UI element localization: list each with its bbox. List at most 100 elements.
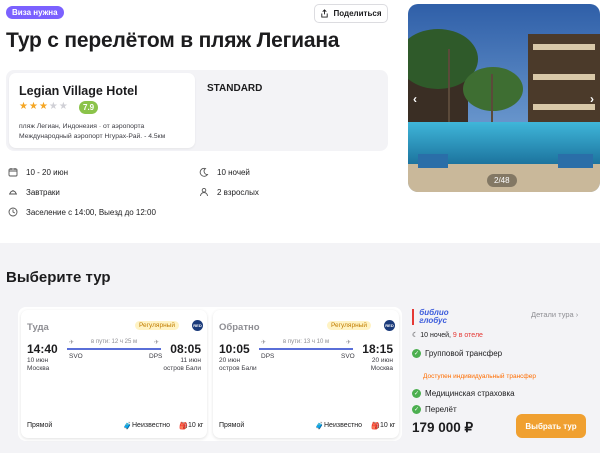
hotel-summary: Legian Village Hotel ★ ★ ★ ★ ★ 7.9 пляж … — [6, 70, 388, 151]
calendar-icon — [8, 168, 18, 177]
flight-type: Прямой — [27, 422, 53, 429]
hand-luggage-icon: 🎒 — [179, 423, 188, 430]
hotel-photo — [408, 4, 600, 192]
share-icon — [321, 9, 329, 18]
hand-luggage-info: 10 кг — [380, 422, 396, 429]
chevron-right-icon: › — [575, 310, 579, 319]
departure-time: 10:05 — [219, 342, 250, 356]
rating-badge: 7.9 — [79, 101, 99, 114]
regular-badge: Регулярный — [135, 321, 179, 330]
hotel-location-line: пляж Легиан, Индонезия · от аэропорта — [19, 123, 145, 130]
airline-logo: RED — [192, 320, 203, 331]
landing-icon: ✈ — [154, 340, 160, 346]
arrival-time: 08:05 — [170, 342, 201, 356]
hotel-airport-line: Международный аэропорт Нгурах-Рай. - 4.5… — [19, 133, 166, 140]
departure-time: 14:40 — [27, 342, 58, 356]
gallery-prev-button[interactable]: ‹ — [413, 92, 417, 106]
check-icon: ✓ — [412, 389, 421, 398]
share-button[interactable]: Поделиться — [314, 4, 388, 23]
outbound-label: Туда — [27, 322, 49, 333]
included-flight: ✓ Перелёт — [412, 405, 457, 414]
meals-text: Завтраки — [26, 187, 60, 197]
arrival-code: SVO — [341, 353, 355, 360]
route-line — [67, 348, 161, 350]
info-meals: Завтраки — [8, 187, 60, 197]
arrival-code: DPS — [149, 353, 163, 360]
baggage-icon: 🧳 — [123, 423, 132, 430]
hotel-name[interactable]: Legian Village Hotel — [19, 84, 138, 98]
transfer-label: Групповой трансфер — [425, 349, 503, 358]
departure-date: 10 июн — [27, 357, 49, 364]
regular-badge: Регулярный — [327, 321, 371, 330]
hand-luggage-info: 10 кг — [188, 422, 204, 429]
departure-code: SVO — [69, 353, 83, 360]
landing-icon: ✈ — [346, 340, 352, 346]
outbound-flight[interactable]: Туда Регулярный RED 14:40 10 июн Москва … — [21, 310, 207, 438]
flight-duration: в пути: 13 ч 10 м — [283, 339, 330, 345]
room-type: STANDARD — [207, 83, 263, 94]
arrival-city: Москва — [370, 365, 393, 372]
select-tour-button[interactable]: Выбрать тур — [516, 414, 586, 438]
tour-price: 179 000 ₽ — [412, 420, 474, 435]
arrival-date: 20 июн — [371, 357, 393, 364]
star-icon: ★ — [48, 101, 58, 112]
gallery-next-button[interactable]: › — [590, 92, 594, 106]
tour-details-link[interactable]: Детали тура › — [531, 310, 578, 319]
gallery-counter: 2/48 — [487, 174, 517, 187]
insurance-label: Медицинская страховка — [425, 389, 515, 398]
share-label: Поделиться — [333, 9, 382, 18]
info-dates: 10 - 20 июн — [8, 167, 68, 177]
baggage-info: Неизвестно — [324, 422, 363, 429]
clock-icon — [8, 207, 18, 217]
return-flight[interactable]: Обратно Регулярный RED 10:05 20 июн остр… — [213, 310, 399, 438]
hotel-location: пляж Легиан, Индонезия · от аэропорта Ме… — [19, 122, 165, 142]
operator-name-line2: глобус — [419, 316, 447, 325]
star-icon: ★ — [19, 101, 28, 112]
checkin-text: Заселение с 14:00, Выезд до 12:00 — [26, 207, 156, 217]
tour-offer: библио глобус Детали тура › ☾ 10 ночей, … — [405, 307, 590, 441]
tours-section: Выберите тур Туда Регулярный RED 14:40 1… — [0, 243, 600, 453]
hotel-gallery[interactable]: ‹ › 2/48 — [408, 4, 600, 192]
visa-badge: Виза нужна — [6, 6, 64, 19]
person-icon — [200, 187, 208, 197]
included-insurance: ✓ Медицинская страховка — [412, 389, 515, 398]
airline-logo: RED — [384, 320, 395, 331]
takeoff-icon: ✈ — [69, 340, 75, 346]
meal-icon — [9, 190, 17, 195]
return-label: Обратно — [219, 322, 260, 333]
flight-label: Перелёт — [425, 405, 457, 414]
flight-duration: в пути: 12 ч 25 м — [91, 339, 138, 345]
hotel-stars: ★ ★ ★ ★ ★ — [19, 101, 68, 113]
departure-city: остров Бали — [219, 365, 257, 372]
nights-text: 10 ночей — [217, 167, 250, 177]
section-title: Выберите тур — [6, 269, 111, 286]
departure-code: DPS — [261, 353, 275, 360]
arrival-date: 11 июн — [180, 357, 201, 364]
moon-icon — [199, 167, 209, 177]
hotel-card[interactable]: Legian Village Hotel ★ ★ ★ ★ ★ 7.9 пляж … — [9, 73, 195, 148]
baggage-icon: 🧳 — [315, 423, 324, 430]
route-line — [259, 348, 353, 350]
guests-text: 2 взрослых — [217, 187, 259, 197]
departure-city: Москва — [27, 365, 50, 372]
takeoff-icon: ✈ — [261, 340, 267, 346]
check-icon: ✓ — [412, 405, 421, 414]
info-nights: 10 ночей — [199, 167, 250, 177]
transfer-note-link[interactable]: Доступен индивидуальный трансфер — [423, 373, 536, 380]
offer-nights: ☾ 10 ночей, 9 в отеле — [412, 331, 483, 339]
dates-text: 10 - 20 июн — [26, 167, 69, 177]
moon-icon: ☾ — [412, 332, 421, 339]
arrival-time: 18:15 — [362, 342, 393, 356]
nights-in-hotel: 9 в отеле — [452, 332, 483, 339]
arrival-city: остров Бали — [163, 365, 201, 372]
check-icon: ✓ — [412, 349, 421, 358]
included-transfer: ✓ Групповой трансфер — [412, 349, 502, 358]
star-icon: ★ — [58, 101, 68, 112]
page-title: Тур с перелётом в пляж Легиана — [6, 29, 340, 52]
flight-type: Прямой — [219, 422, 245, 429]
flights-card: Туда Регулярный RED 14:40 10 июн Москва … — [18, 307, 402, 441]
tour-details-label: Детали тура — [531, 310, 574, 319]
star-icon: ★ — [38, 101, 48, 112]
hand-luggage-icon: 🎒 — [371, 423, 380, 430]
info-guests: 2 взрослых — [199, 187, 259, 197]
